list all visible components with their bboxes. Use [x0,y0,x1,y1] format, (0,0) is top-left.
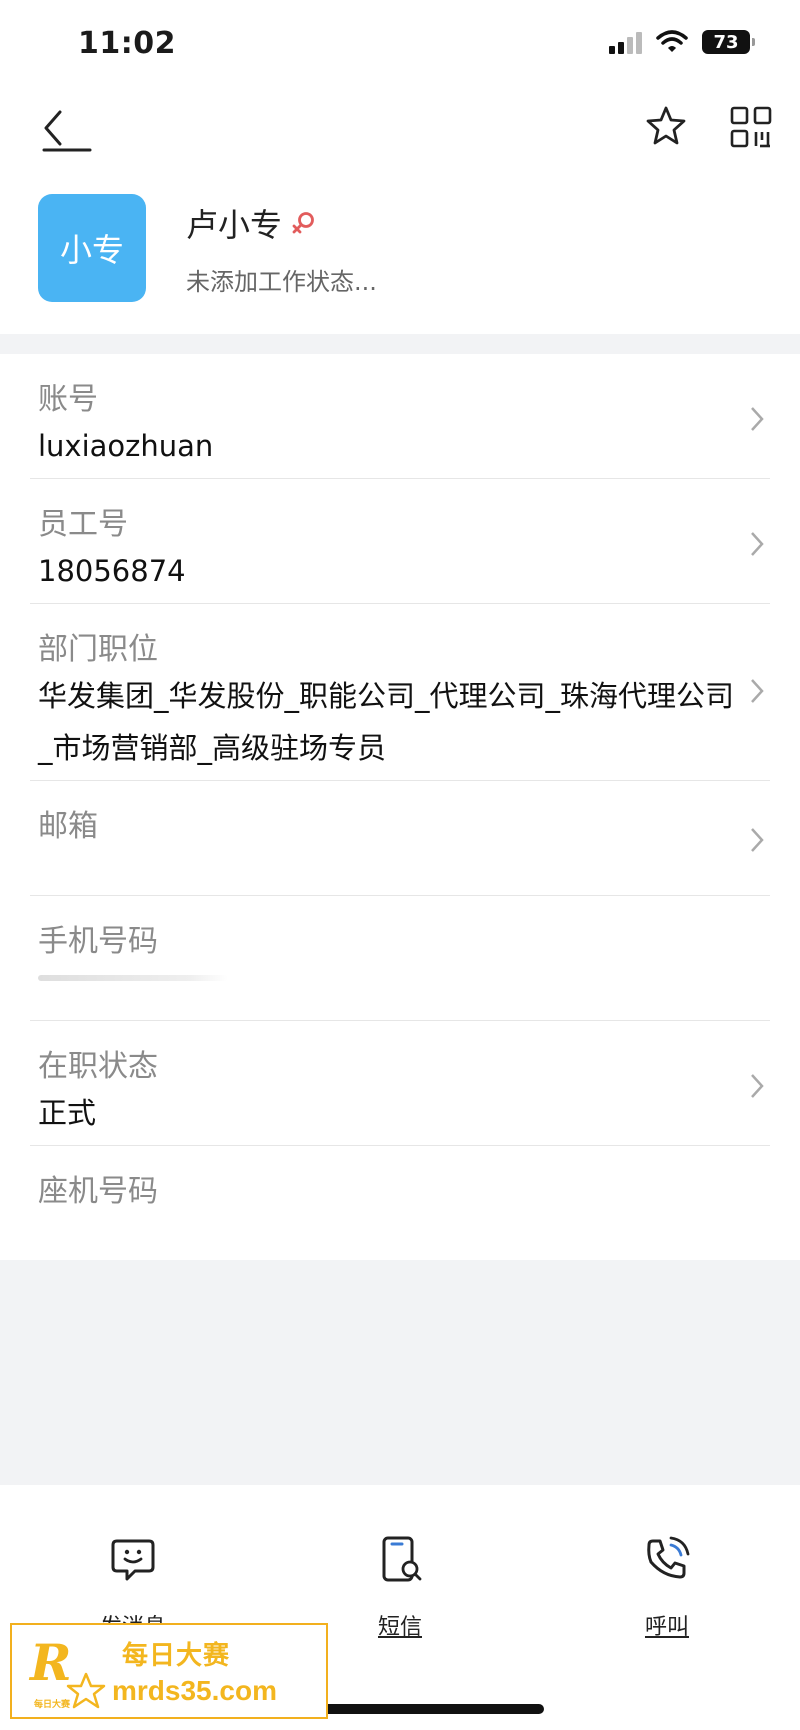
qr-code-icon[interactable] [730,106,772,148]
field-value: 18056874 [38,554,186,588]
field-label: 手机号码 [38,924,158,959]
star-icon [66,1672,106,1709]
field-label: 座机号码 [38,1174,158,1209]
field-mobile[interactable]: 手机号码 [0,896,800,1020]
field-department-position[interactable]: 部门职位 华发集团_华发股份_职能公司_代理公司_珠海代理公司_市场营销部_高级… [0,604,800,780]
chevron-right-icon [751,1074,764,1098]
avatar[interactable]: 小专 [38,194,146,302]
field-label: 员工号 [38,507,128,542]
battery-icon: 73 [702,30,755,54]
star-icon[interactable] [644,104,688,148]
wifi-icon [656,30,688,52]
chevron-right-icon [751,828,764,852]
field-label: 部门职位 [38,632,158,667]
field-label: 在职状态 [38,1049,158,1084]
field-label: 邮箱 [38,809,98,844]
action-label: 短信 [377,1615,422,1640]
profile-name-row: 卢小专 [186,200,316,246]
action-label: 呼叫 [644,1615,689,1640]
status-bar: 11:02 73 [0,0,800,90]
field-label: 账号 [38,382,98,417]
chat-bubble-icon [111,1539,155,1581]
phone-call-icon [647,1536,690,1579]
empty-area [0,1260,800,1485]
back-icon[interactable] [40,106,92,158]
promo-logo-subtitle: 每日大赛 [34,1700,71,1710]
chevron-right-icon [751,532,764,556]
section-divider [0,334,800,354]
field-employment-status[interactable]: 在职状态 正式 [0,1021,800,1145]
field-landline[interactable]: 座机号码 [0,1146,800,1260]
field-employee-id[interactable]: 员工号 18056874 [0,479,800,603]
sms-phone-icon [382,1536,422,1582]
promo-title: 每日大赛 [122,1641,231,1671]
work-status[interactable]: 未添加工作状态... [186,262,377,297]
sms-button[interactable]: 短信 [330,1535,470,1641]
profile-name: 卢小专 [186,206,283,244]
call-button[interactable]: 呼叫 [597,1535,737,1641]
field-value: 华发集团_华发股份_职能公司_代理公司_珠海代理公司_市场营销部_高级驻场专员 [38,679,735,765]
chevron-right-icon [751,679,764,703]
promo-url: mrds35.com [112,1675,277,1706]
promo-watermark: R 每日大赛 每日大赛 mrds35.com [10,1623,328,1719]
field-email[interactable]: 邮箱 [0,781,800,895]
field-account[interactable]: 账号 luxiaozhuan [0,354,800,478]
female-gender-icon [292,212,314,234]
redacted-value [38,975,228,981]
status-icons: 73 [609,30,755,54]
field-value: luxiaozhuan [38,429,214,463]
signal-icon [609,30,642,54]
chevron-right-icon [751,407,764,431]
status-time: 11:02 [78,26,176,61]
field-value: 正式 [38,1096,97,1130]
